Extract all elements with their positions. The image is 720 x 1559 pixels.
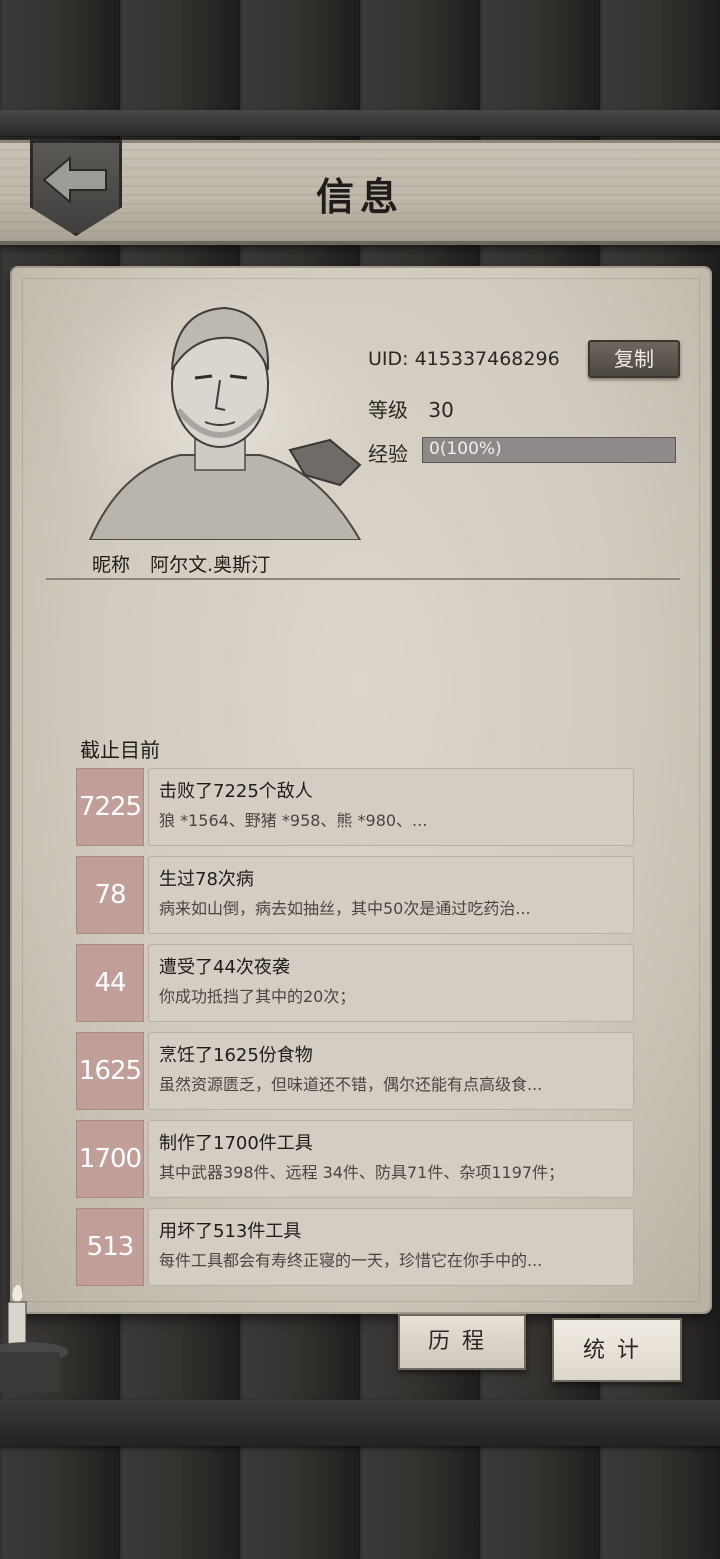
divider bbox=[46, 578, 680, 580]
stat-row: 44 遭受了44次夜袭 你成功抵挡了其中的20次； bbox=[76, 944, 636, 1022]
stat-number: 7225 bbox=[76, 768, 144, 846]
stat-title: 生过78次病 bbox=[159, 869, 254, 890]
copy-button[interactable]: 复制 bbox=[588, 340, 680, 378]
stat-desc: 虽然资源匮乏，但味道还不错，偶尔还能有点高级食... bbox=[159, 1075, 543, 1094]
level-row: 等级 30 bbox=[368, 394, 454, 423]
uid-value: 415337468296 bbox=[414, 348, 560, 370]
nickname-value: 阿尔文.奥斯汀 bbox=[150, 554, 271, 576]
stat-row: 78 生过78次病 病来如山倒，病去如抽丝，其中50次是通过吃药治... bbox=[76, 856, 636, 934]
stat-desc: 病来如山倒，病去如抽丝，其中50次是通过吃药治... bbox=[159, 899, 531, 918]
tab-stats[interactable]: 统计 bbox=[552, 1318, 682, 1382]
stat-title: 用坏了513件工具 bbox=[159, 1221, 302, 1242]
stat-box[interactable]: 烹饪了1625份食物 虽然资源匮乏，但味道还不错，偶尔还能有点高级食... bbox=[148, 1032, 634, 1110]
stat-desc: 其中武器398件、远程 34件、防具71件、杂项1197件； bbox=[159, 1163, 565, 1182]
stat-box[interactable]: 用坏了513件工具 每件工具都会有寿终正寝的一天，珍惜它在你手中的... bbox=[148, 1208, 634, 1286]
exp-bar: 0(100%) bbox=[422, 437, 676, 463]
stat-row: 7225 击败了7225个敌人 狼 *1564、野猪 *958、熊 *980、.… bbox=[76, 768, 636, 846]
stat-number: 513 bbox=[76, 1208, 144, 1286]
stat-desc: 你成功抵挡了其中的20次； bbox=[159, 987, 356, 1006]
nickname-label: 昵称 bbox=[92, 554, 131, 576]
stat-number: 1700 bbox=[76, 1120, 144, 1198]
level-label: 等级 bbox=[368, 398, 408, 422]
top-rail bbox=[0, 110, 720, 136]
uid-row: UID: 415337468296 bbox=[368, 348, 560, 370]
section-title: 截止目前 bbox=[80, 738, 160, 762]
stat-title: 烹饪了1625份食物 bbox=[159, 1045, 313, 1066]
stat-row: 513 用坏了513件工具 每件工具都会有寿终正寝的一天，珍惜它在你手中的... bbox=[76, 1208, 636, 1286]
character-portrait bbox=[60, 290, 380, 540]
stat-box[interactable]: 制作了1700件工具 其中武器398件、远程 34件、防具71件、杂项1197件… bbox=[148, 1120, 634, 1198]
stat-title: 制作了1700件工具 bbox=[159, 1133, 313, 1154]
candle-icon bbox=[0, 1284, 68, 1392]
stat-box[interactable]: 击败了7225个敌人 狼 *1564、野猪 *958、熊 *980、... bbox=[148, 768, 634, 846]
stat-box[interactable]: 遭受了44次夜袭 你成功抵挡了其中的20次； bbox=[148, 944, 634, 1022]
exp-row: 经验 bbox=[368, 438, 408, 467]
bottom-rail bbox=[0, 1400, 720, 1446]
exp-label: 经验 bbox=[368, 442, 408, 466]
stat-desc: 狼 *1564、野猪 *958、熊 *980、... bbox=[159, 811, 428, 830]
level-value: 30 bbox=[428, 398, 454, 422]
stat-number: 1625 bbox=[76, 1032, 144, 1110]
stat-number: 78 bbox=[76, 856, 144, 934]
stat-box[interactable]: 生过78次病 病来如山倒，病去如抽丝，其中50次是通过吃药治... bbox=[148, 856, 634, 934]
nickname-row: 昵称 阿尔文.奥斯汀 bbox=[92, 550, 270, 577]
stat-title: 遭受了44次夜袭 bbox=[159, 957, 290, 978]
stat-number: 44 bbox=[76, 944, 144, 1022]
tab-history[interactable]: 历程 bbox=[398, 1314, 526, 1370]
stat-title: 击败了7225个敌人 bbox=[159, 781, 313, 802]
exp-text: 0(100%) bbox=[429, 439, 502, 459]
stat-desc: 每件工具都会有寿终正寝的一天，珍惜它在你手中的... bbox=[159, 1251, 543, 1270]
uid-label: UID: bbox=[368, 348, 409, 370]
stat-row: 1700 制作了1700件工具 其中武器398件、远程 34件、防具71件、杂项… bbox=[76, 1120, 636, 1198]
stat-row: 1625 烹饪了1625份食物 虽然资源匮乏，但味道还不错，偶尔还能有点高级食.… bbox=[76, 1032, 636, 1110]
page-title: 信息 bbox=[315, 174, 404, 219]
